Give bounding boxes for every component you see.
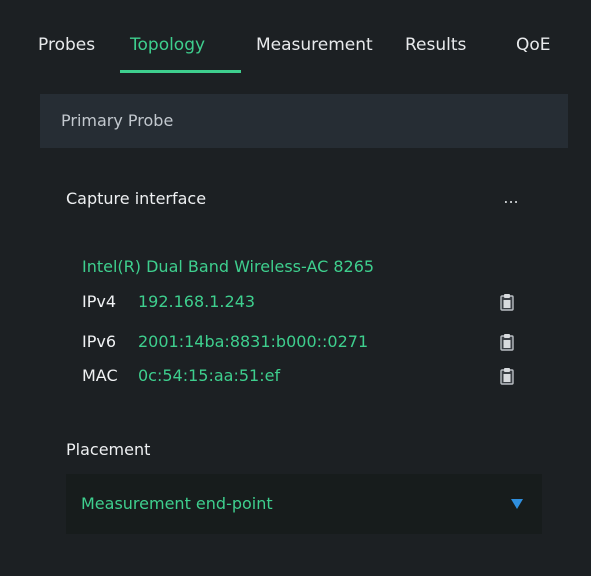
triangle-down-icon[interactable]	[510, 498, 524, 510]
placement-label: Placement	[66, 440, 151, 459]
clipboard-icon[interactable]	[498, 333, 516, 351]
section-title: Primary Probe	[61, 111, 174, 130]
ipv4-value: 192.168.1.243	[138, 292, 256, 311]
placement-select[interactable]: Measurement end-point	[66, 474, 542, 534]
clipboard-icon[interactable]	[498, 293, 516, 311]
ipv6-value: 2001:14ba:8831:b000::0271	[138, 332, 369, 351]
tab-measurement[interactable]: Measurement	[256, 34, 373, 56]
mac-key: MAC	[82, 366, 118, 385]
ipv6-key: IPv6	[82, 332, 117, 351]
ipv6-row: IPv6 2001:14ba:8831:b000::0271	[82, 330, 532, 354]
more-options-button[interactable]: ...	[496, 186, 526, 210]
tab-topology[interactable]: Topology	[130, 34, 205, 56]
tab-results[interactable]: Results	[405, 34, 466, 56]
ipv4-row: IPv4 192.168.1.243	[82, 290, 532, 314]
tab-qoe[interactable]: QoE	[516, 34, 551, 56]
tab-probes[interactable]: Probes	[38, 34, 95, 56]
tab-bar: Probes Topology Measurement Results QoE	[0, 0, 591, 78]
section-header: Primary Probe	[40, 94, 568, 148]
mac-value: 0c:54:15:aa:51:ef	[138, 366, 281, 385]
ipv4-key: IPv4	[82, 292, 117, 311]
clipboard-icon[interactable]	[498, 367, 516, 385]
placement-select-value: Measurement end-point	[81, 494, 273, 513]
capture-interface-label: Capture interface	[66, 189, 207, 208]
interface-name: Intel(R) Dual Band Wireless-AC 8265	[82, 257, 375, 276]
active-tab-indicator	[120, 70, 241, 73]
mac-row: MAC 0c:54:15:aa:51:ef	[82, 364, 532, 388]
